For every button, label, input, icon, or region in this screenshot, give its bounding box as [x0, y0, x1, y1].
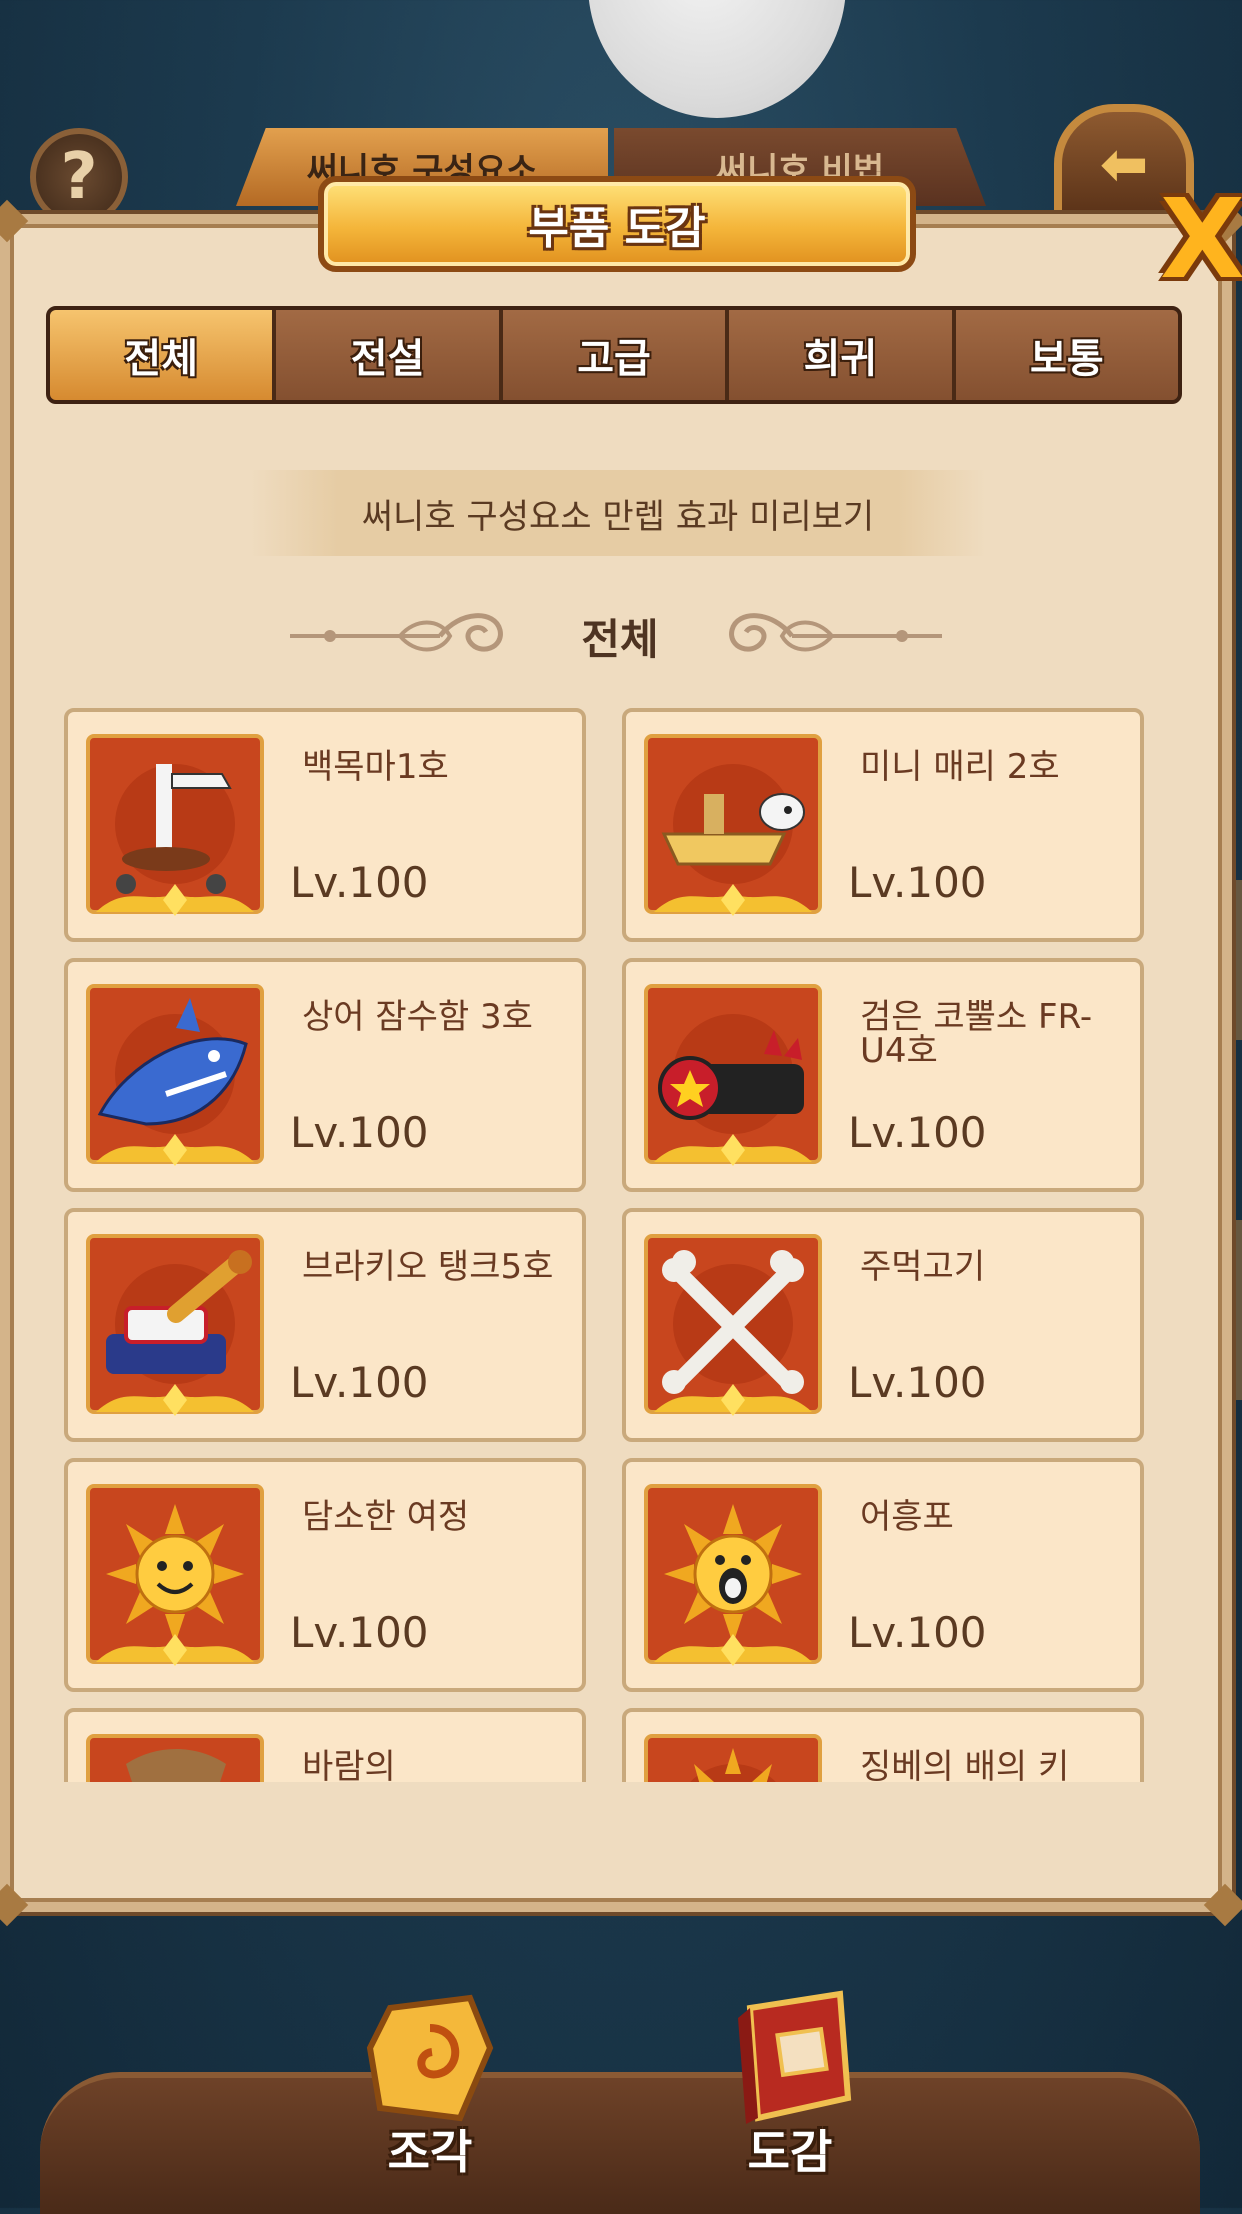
white-horse-icon — [86, 734, 264, 916]
item-level: Lv.100 — [290, 1108, 429, 1157]
flourish-right-icon — [729, 613, 942, 652]
back-arrow-icon: ⬅ — [1099, 130, 1149, 198]
nav-label: 도감 — [747, 2125, 833, 2179]
item-name: 검은 코뿔소 FR-U4호 — [860, 997, 1093, 1071]
tab-normal[interactable]: 보통 — [955, 310, 1178, 400]
tab-all[interactable]: 전체 — [50, 310, 277, 400]
item-name: 어흥포 — [860, 1497, 954, 1537]
item-level: Lv.100 — [290, 1358, 429, 1407]
tab-legendary[interactable]: 전설 — [276, 310, 503, 400]
list-item[interactable]: 브라키오 탱크5호 Lv.100 — [64, 1208, 586, 1442]
list-item[interactable]: 주먹고기 Lv.100 — [622, 1208, 1144, 1442]
dialog-title: 부품 도감 — [318, 176, 916, 272]
item-list[interactable]: 백목마1호 Lv.100 미니 매리 2호 Lv.100 상어 잠수함 3호 L… — [48, 702, 1186, 1782]
partial-item-icon — [644, 1734, 822, 1782]
item-name: 백목마1호 — [302, 747, 449, 787]
list-item[interactable]: 백목마1호 Lv.100 — [64, 708, 586, 942]
fragment-icon — [366, 1994, 494, 2122]
nav-label: 조각 — [387, 2125, 473, 2179]
item-name: 바람의 — [302, 1747, 396, 1782]
close-icon: X — [1160, 175, 1242, 303]
list-item[interactable]: 담소한 여정 Lv.100 — [64, 1458, 586, 1692]
item-name: 상어 잠수함 3호 — [302, 997, 533, 1037]
nav-encyclopedia-button[interactable]: 도감 — [680, 1988, 900, 2188]
item-level: Lv.100 — [290, 1608, 429, 1657]
item-name: 브라키오 탱크5호 — [302, 1247, 554, 1287]
help-button[interactable]: ? — [30, 128, 128, 226]
black-rhino-icon — [644, 984, 822, 1166]
encyclopedia-book-icon — [738, 1990, 852, 2124]
preview-label: 써니호 구성요소 만렙 효과 미리보기 — [361, 496, 875, 537]
item-level: Lv.100 — [848, 858, 987, 907]
mini-merry-icon — [644, 734, 822, 916]
sunny-lion-icon — [86, 1484, 264, 1666]
tab-advanced[interactable]: 고급 — [502, 310, 730, 400]
list-item[interactable]: 미니 매리 2호 Lv.100 — [622, 708, 1144, 942]
item-level: Lv.100 — [290, 858, 429, 907]
item-name: 주먹고기 — [860, 1247, 986, 1287]
item-name: 징베의 배의 키 — [860, 1747, 1070, 1782]
close-button[interactable]: X — [1160, 184, 1242, 294]
list-item[interactable]: 어흥포 Lv.100 — [622, 1458, 1144, 1692]
list-item[interactable]: 징베의 배의 키 — [622, 1708, 1144, 1782]
list-item[interactable]: 상어 잠수함 3호 Lv.100 — [64, 958, 586, 1192]
list-item[interactable]: 바람의 — [64, 1708, 586, 1782]
tab-rare[interactable]: 희귀 — [729, 310, 956, 400]
item-level: Lv.100 — [848, 1358, 987, 1407]
moon — [588, 0, 846, 118]
crossed-bones-icon — [644, 1234, 822, 1416]
item-name: 담소한 여정 — [302, 1497, 470, 1537]
rarity-tabs: 전체 전설 고급 희귀 보통 — [46, 306, 1182, 404]
item-name: 미니 매리 2호 — [860, 747, 1060, 787]
brachio-tank-icon — [86, 1234, 264, 1416]
max-level-preview-button[interactable]: 써니호 구성요소 만렙 효과 미리보기 — [250, 470, 986, 556]
list-item[interactable]: 검은 코뿔소 FR-U4호 Lv.100 — [622, 958, 1144, 1192]
item-level: Lv.100 — [848, 1608, 987, 1657]
nav-fragments-button[interactable]: 조각 — [320, 1988, 540, 2188]
item-level: Lv.100 — [848, 1108, 987, 1157]
bottom-nav — [40, 2072, 1200, 2214]
shark-submarine-icon — [86, 984, 264, 1166]
partial-item-icon — [86, 1734, 264, 1782]
question-icon: ? — [60, 140, 98, 214]
roaring-lion-icon — [644, 1484, 822, 1666]
